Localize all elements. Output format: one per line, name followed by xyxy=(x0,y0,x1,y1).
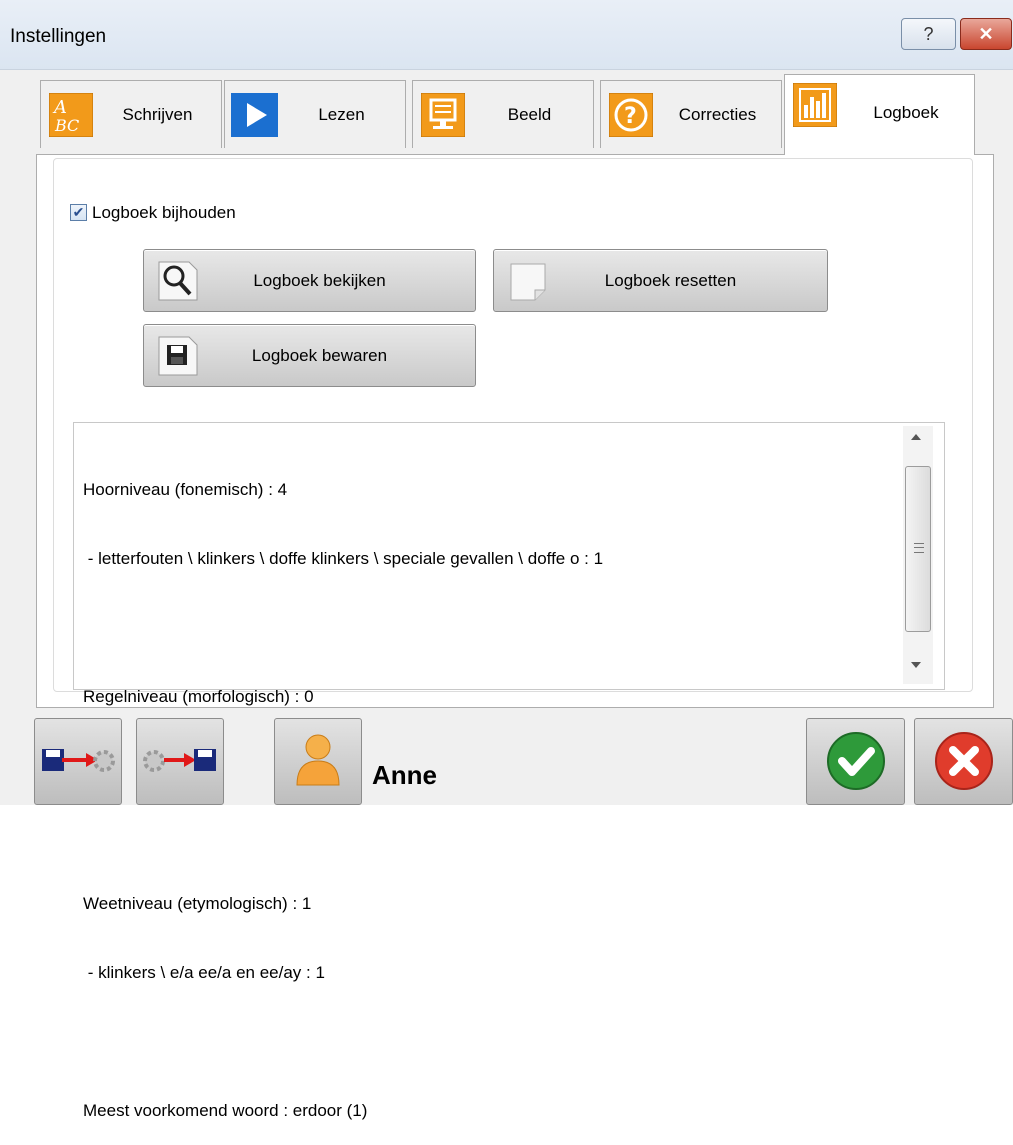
tab-lezen[interactable]: Lezen xyxy=(224,80,406,148)
user-profile-button[interactable] xyxy=(274,718,362,805)
scrollbar-thumb[interactable] xyxy=(905,466,931,632)
tab-label: Schrijven xyxy=(122,104,193,124)
cancel-button[interactable] xyxy=(914,718,1013,805)
user-avatar-icon xyxy=(293,731,343,792)
monitor-icon xyxy=(419,91,466,138)
tab-schrijven[interactable]: A BC Schrijven xyxy=(40,80,222,148)
help-icon: ? xyxy=(923,23,934,44)
log-line: Hoorniveau (fonemisch) : 4 xyxy=(83,480,288,499)
svg-text:A: A xyxy=(52,97,67,118)
scroll-up-arrow-icon[interactable] xyxy=(911,434,921,440)
logboek-resetten-button[interactable]: Logboek resetten xyxy=(493,249,828,312)
close-icon: ✕ xyxy=(978,23,994,44)
logboek-bewaren-button[interactable]: Logboek bewaren xyxy=(143,324,476,387)
svg-text:BC: BC xyxy=(54,116,79,135)
tab-correcties[interactable]: ? Correcties xyxy=(600,80,782,148)
floppy-disk-icon xyxy=(152,330,204,382)
play-icon xyxy=(231,91,278,138)
logboek-bijhouden-label: Logboek bijhouden xyxy=(92,203,236,222)
tab-label: Lezen xyxy=(318,104,365,124)
scroll-down-arrow-icon[interactable] xyxy=(911,662,921,668)
close-button[interactable]: ✕ xyxy=(960,18,1012,50)
checkmark-circle-icon xyxy=(824,727,888,796)
button-label: Logboek bewaren xyxy=(251,345,388,365)
log-line: Meest voorkomend woord : erdoor (1) xyxy=(83,1101,368,1120)
export-settings-button[interactable] xyxy=(34,718,122,805)
blank-page-icon xyxy=(502,255,554,307)
save-to-gear-icon xyxy=(40,739,116,784)
window-title: Instellingen xyxy=(10,26,107,47)
import-settings-button[interactable] xyxy=(136,718,224,805)
tab-label: Beeld xyxy=(507,104,552,124)
gear-to-save-icon xyxy=(142,739,218,784)
logboek-bijhouden-checkbox[interactable]: ✔ xyxy=(70,204,87,221)
magnifier-icon xyxy=(152,255,204,307)
help-button[interactable]: ? xyxy=(901,18,956,50)
bar-chart-icon xyxy=(791,81,838,128)
log-line: Regelniveau (morfologisch) : 0 xyxy=(83,687,314,706)
title-bar xyxy=(0,0,1013,70)
tab-logboek[interactable]: Logboek xyxy=(784,74,975,155)
log-line: - letterfouten \ klinkers \ doffe klinke… xyxy=(83,549,604,568)
abc-icon: A BC xyxy=(47,91,94,138)
button-label: Logboek bekijken xyxy=(253,270,386,290)
user-name: Anne xyxy=(372,760,437,790)
logboek-bekijken-button[interactable]: Logboek bekijken xyxy=(143,249,476,312)
question-icon: ? xyxy=(607,91,654,138)
ok-button[interactable] xyxy=(806,718,905,805)
tab-beeld[interactable]: Beeld xyxy=(412,80,594,148)
cross-circle-icon xyxy=(932,727,996,796)
svg-text:?: ? xyxy=(624,104,637,129)
log-line: - klinkers \ e/a ee/a en ee/ay : 1 xyxy=(83,963,325,982)
button-label: Logboek resetten xyxy=(604,270,737,290)
log-line: Weetniveau (etymologisch) : 1 xyxy=(83,894,312,913)
tab-label: Correcties xyxy=(678,104,757,124)
tab-label: Logboek xyxy=(873,103,939,122)
checkmark-icon: ✔ xyxy=(72,204,85,220)
